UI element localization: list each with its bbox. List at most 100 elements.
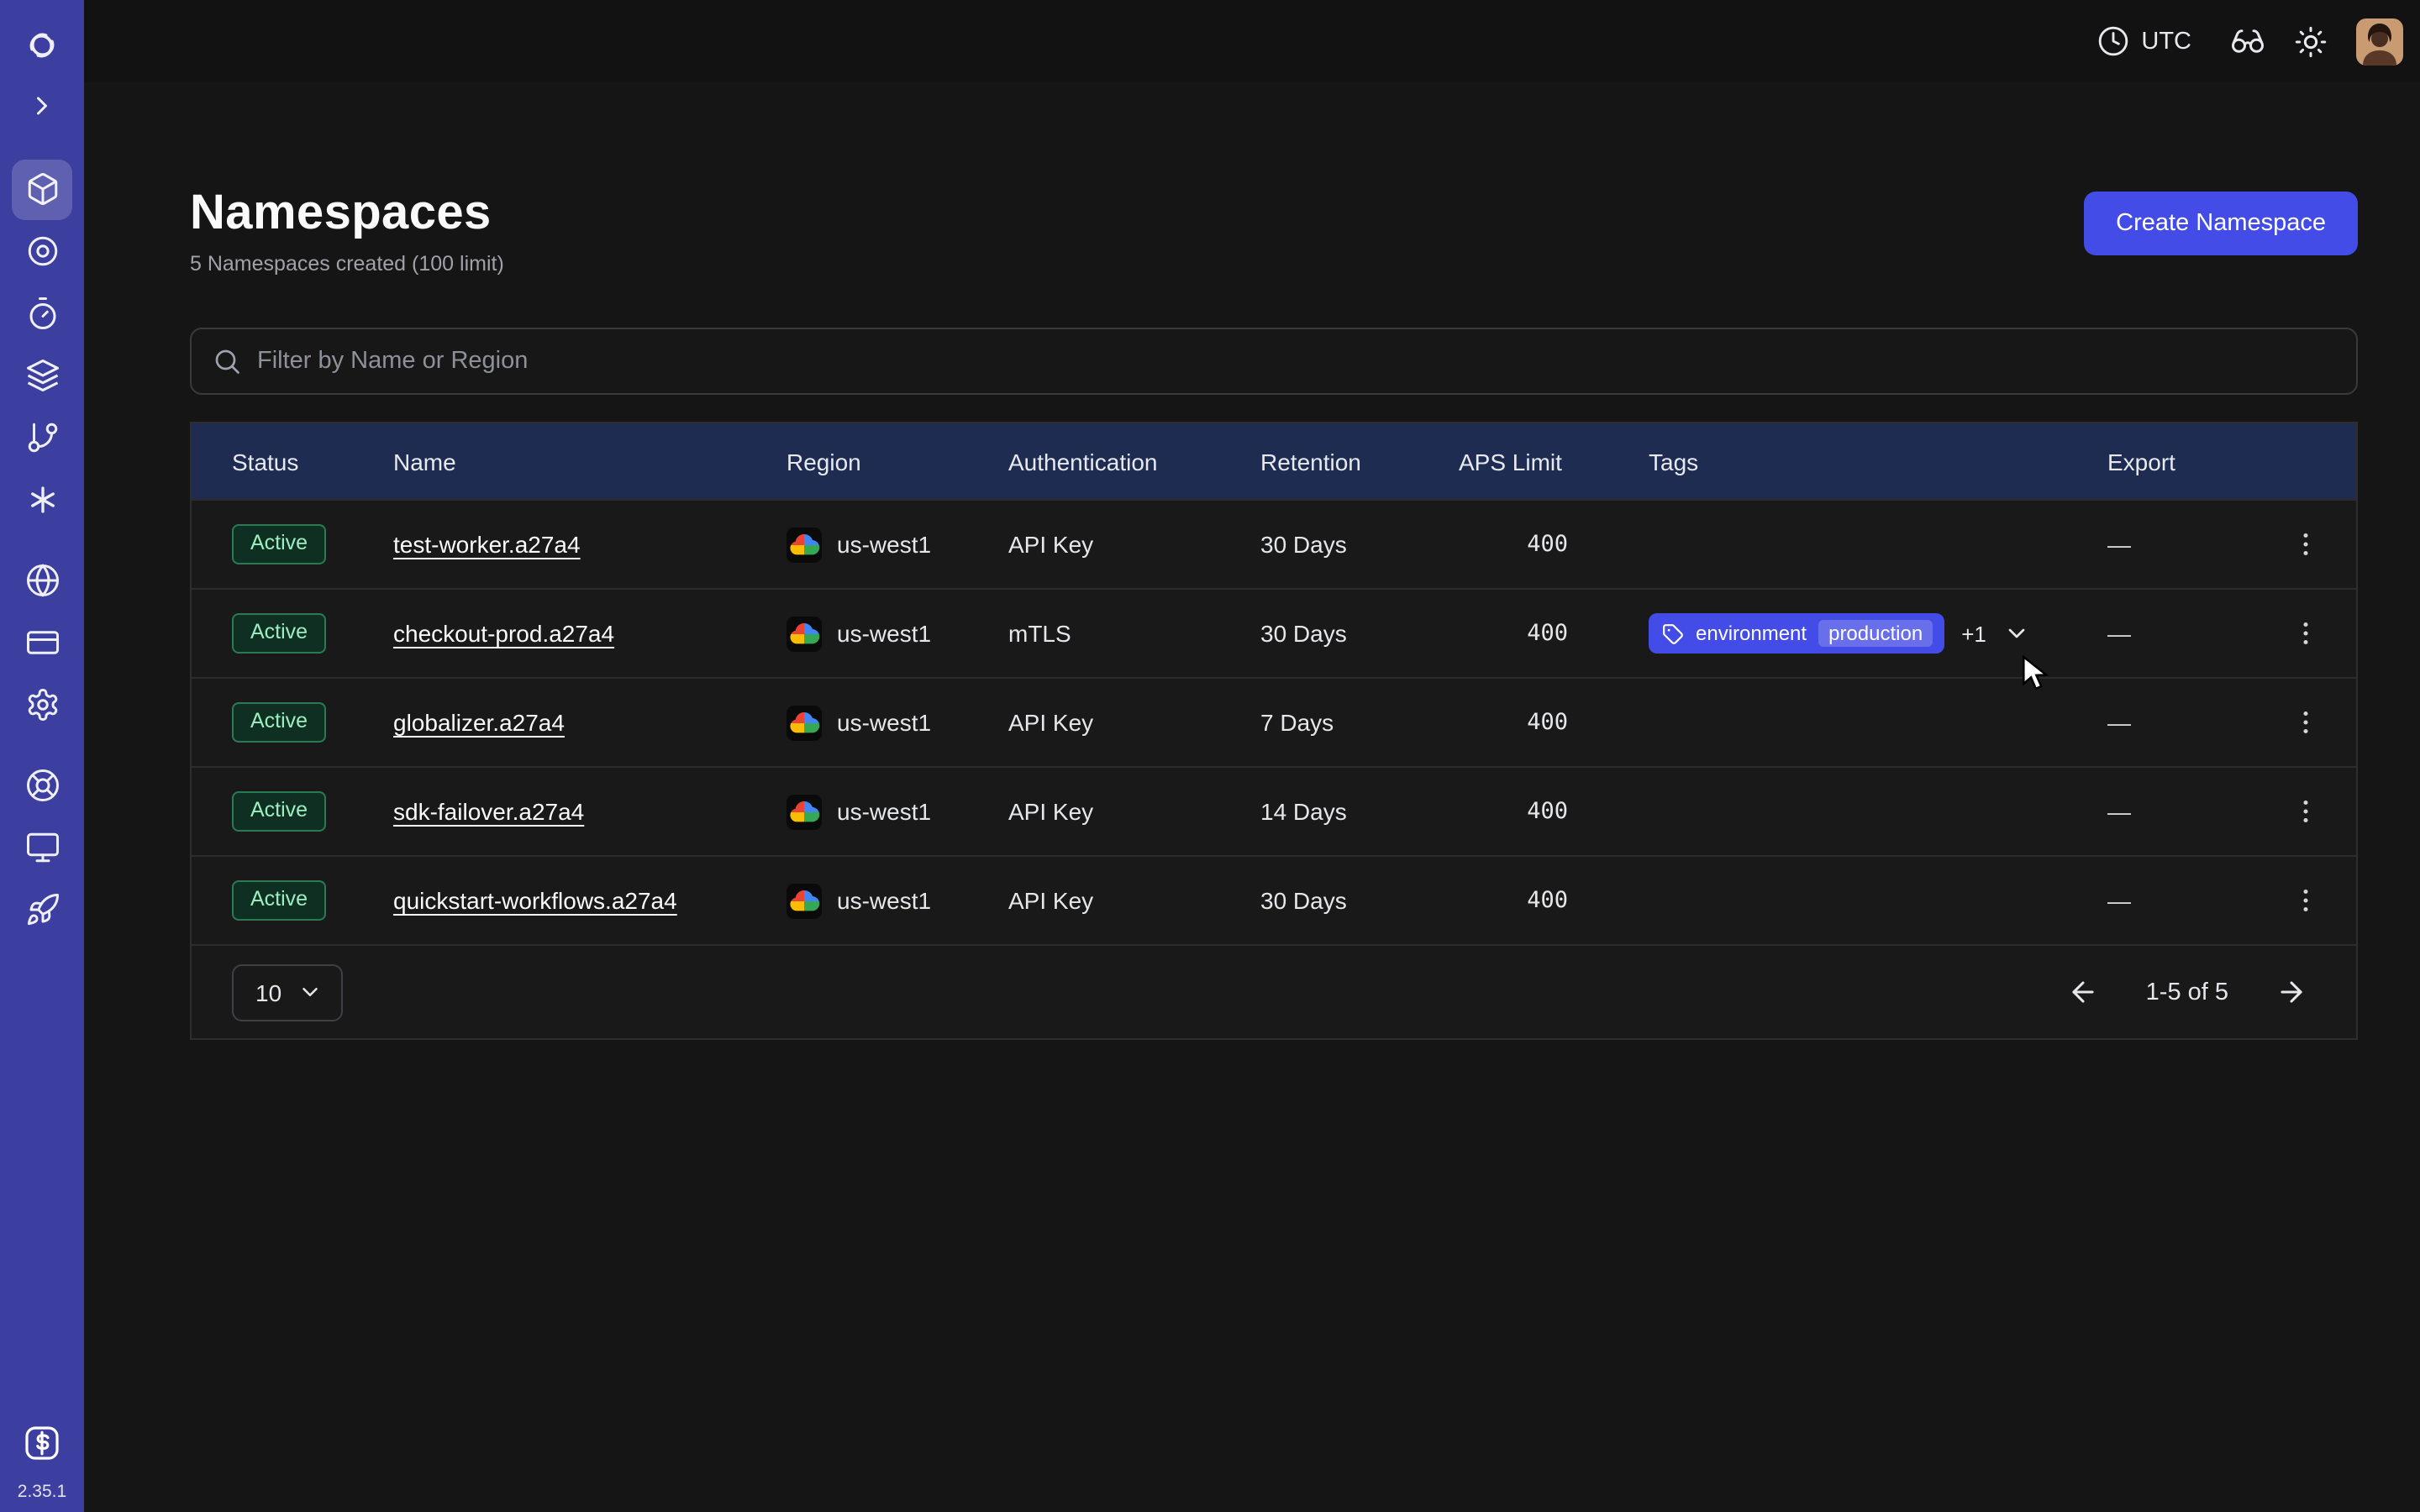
auth-label: API Key: [1008, 798, 1260, 825]
col-header-status: Status: [232, 448, 393, 475]
table-row: Active checkout-prod.a27a4 us-west1 mTLS…: [192, 588, 2356, 677]
aps-limit-value: 400: [1459, 887, 1649, 914]
sidebar-bottom: 2.35.1: [0, 1415, 84, 1512]
row-menu-button[interactable]: [2281, 519, 2331, 570]
sidebar-item-schedules[interactable]: [0, 282, 84, 344]
main-content: Namespaces 5 Namespaces created (100 lim…: [84, 82, 2420, 1512]
page-size-select[interactable]: 10: [232, 963, 342, 1021]
filter-bar: [190, 328, 2358, 395]
sidebar-item-support[interactable]: [0, 754, 84, 816]
namespace-link[interactable]: test-worker.a27a4: [393, 531, 581, 558]
labs-glasses-icon[interactable]: [2215, 9, 2279, 73]
timezone-selector[interactable]: UTC: [2097, 25, 2191, 57]
retention-label: 30 Days: [1260, 620, 1459, 647]
namespace-link[interactable]: sdk-failover.a27a4: [393, 798, 584, 825]
timezone-label: UTC: [2141, 28, 2191, 55]
col-header-name: Name: [393, 448, 786, 475]
app-version: 2.35.1: [18, 1482, 66, 1502]
tag-more-count[interactable]: +1: [1961, 621, 1986, 646]
sidebar-item-getting-started[interactable]: [0, 879, 84, 941]
usage-dollar-icon[interactable]: [0, 1415, 84, 1472]
page-subtitle: 5 Namespaces created (100 limit): [190, 252, 504, 276]
aps-limit-value: 400: [1459, 709, 1649, 736]
export-value: —: [2107, 531, 2281, 558]
namespace-link[interactable]: quickstart-workflows.a27a4: [393, 887, 677, 914]
gcp-icon: [786, 527, 822, 562]
row-menu-button[interactable]: [2281, 875, 2331, 926]
chevron-down-icon[interactable]: [2003, 620, 2030, 647]
namespaces-table: Status Name Region Authentication Retent…: [190, 422, 2358, 1040]
tag-icon: [1662, 622, 1684, 644]
auth-label: mTLS: [1008, 620, 1260, 647]
auth-label: API Key: [1008, 531, 1260, 558]
status-badge: Active: [232, 880, 326, 920]
export-value: —: [2107, 798, 2281, 825]
gcp-icon: [786, 883, 822, 918]
tags-cell: environment production +1: [1649, 613, 2107, 654]
table-row: Active test-worker.a27a4 us-west1 API Ke…: [192, 499, 2356, 588]
retention-label: 30 Days: [1260, 887, 1459, 914]
export-value: —: [2107, 620, 2281, 647]
pagination-range-label: 1-5 of 5: [2146, 979, 2228, 1005]
namespace-link[interactable]: globalizer.a27a4: [393, 709, 565, 736]
pagination-controls: 1-5 of 5: [2059, 967, 2316, 1017]
gcp-icon: [786, 705, 822, 740]
namespace-link[interactable]: checkout-prod.a27a4: [393, 620, 614, 647]
sidebar-item-billing[interactable]: [0, 612, 84, 674]
col-header-retention: Retention: [1260, 448, 1459, 475]
sidebar-item-settings[interactable]: [0, 674, 84, 736]
sidebar-item-console[interactable]: [0, 816, 84, 879]
gcp-icon: [786, 616, 822, 651]
tag-value: production: [1818, 620, 1933, 647]
topbar: UTC: [84, 0, 2420, 82]
sidebar-expand-chevron-icon[interactable]: [0, 77, 84, 134]
retention-label: 30 Days: [1260, 531, 1459, 558]
theme-toggle-sun-icon[interactable]: [2279, 9, 2343, 73]
col-header-tags: Tags: [1649, 448, 2107, 475]
sidebar-item-deployments[interactable]: [0, 344, 84, 407]
retention-label: 14 Days: [1260, 798, 1459, 825]
sidebar-item-batch-operations[interactable]: [0, 407, 84, 469]
export-value: —: [2107, 887, 2281, 914]
tag-key: environment: [1696, 622, 1807, 645]
sidebar-item-cloud[interactable]: [0, 549, 84, 612]
table-row: Active sdk-failover.a27a4 us-west1 API K…: [192, 766, 2356, 855]
sidebar-item-nexus[interactable]: [0, 469, 84, 531]
clock-icon: [2097, 25, 2129, 57]
status-badge: Active: [232, 613, 326, 653]
region-label: us-west1: [837, 798, 931, 825]
content-column: UTC Namespaces 5 N: [84, 0, 2420, 1512]
next-page-button[interactable]: [2265, 967, 2316, 1017]
sidebar: 2.35.1: [0, 0, 84, 1512]
filter-input[interactable]: [257, 348, 2336, 375]
col-header-region: Region: [786, 448, 1008, 475]
row-menu-button[interactable]: [2281, 608, 2331, 659]
table-footer: 10 1-5 of 5: [192, 944, 2356, 1038]
tag-pill[interactable]: environment production: [1649, 613, 1944, 654]
user-avatar[interactable]: [2356, 18, 2403, 65]
row-menu-button[interactable]: [2281, 697, 2331, 748]
sidebar-item-namespaces[interactable]: [0, 158, 84, 220]
col-header-aps-limit: APS Limit: [1459, 448, 1649, 475]
region-label: us-west1: [837, 620, 931, 647]
auth-label: API Key: [1008, 887, 1260, 914]
aps-limit-value: 400: [1459, 798, 1649, 825]
sidebar-item-workflows[interactable]: [0, 220, 84, 282]
status-badge: Active: [232, 702, 326, 742]
retention-label: 7 Days: [1260, 709, 1459, 736]
col-header-export: Export: [2107, 448, 2281, 475]
aps-limit-value: 400: [1459, 620, 1649, 647]
prev-page-button[interactable]: [2059, 967, 2109, 1017]
export-value: —: [2107, 709, 2281, 736]
region-label: us-west1: [837, 887, 931, 914]
temporal-logo-icon[interactable]: [0, 20, 84, 71]
gcp-icon: [786, 794, 822, 829]
row-menu-button[interactable]: [2281, 786, 2331, 837]
col-header-authentication: Authentication: [1008, 448, 1260, 475]
create-namespace-button[interactable]: Create Namespace: [2084, 192, 2358, 255]
page-header: Namespaces 5 Namespaces created (100 lim…: [190, 186, 2358, 276]
page-size-value: 10: [255, 979, 281, 1005]
arrow-left-icon: [2068, 976, 2100, 1008]
app-root: 2.35.1 UTC: [0, 0, 2420, 1512]
region-label: us-west1: [837, 709, 931, 736]
